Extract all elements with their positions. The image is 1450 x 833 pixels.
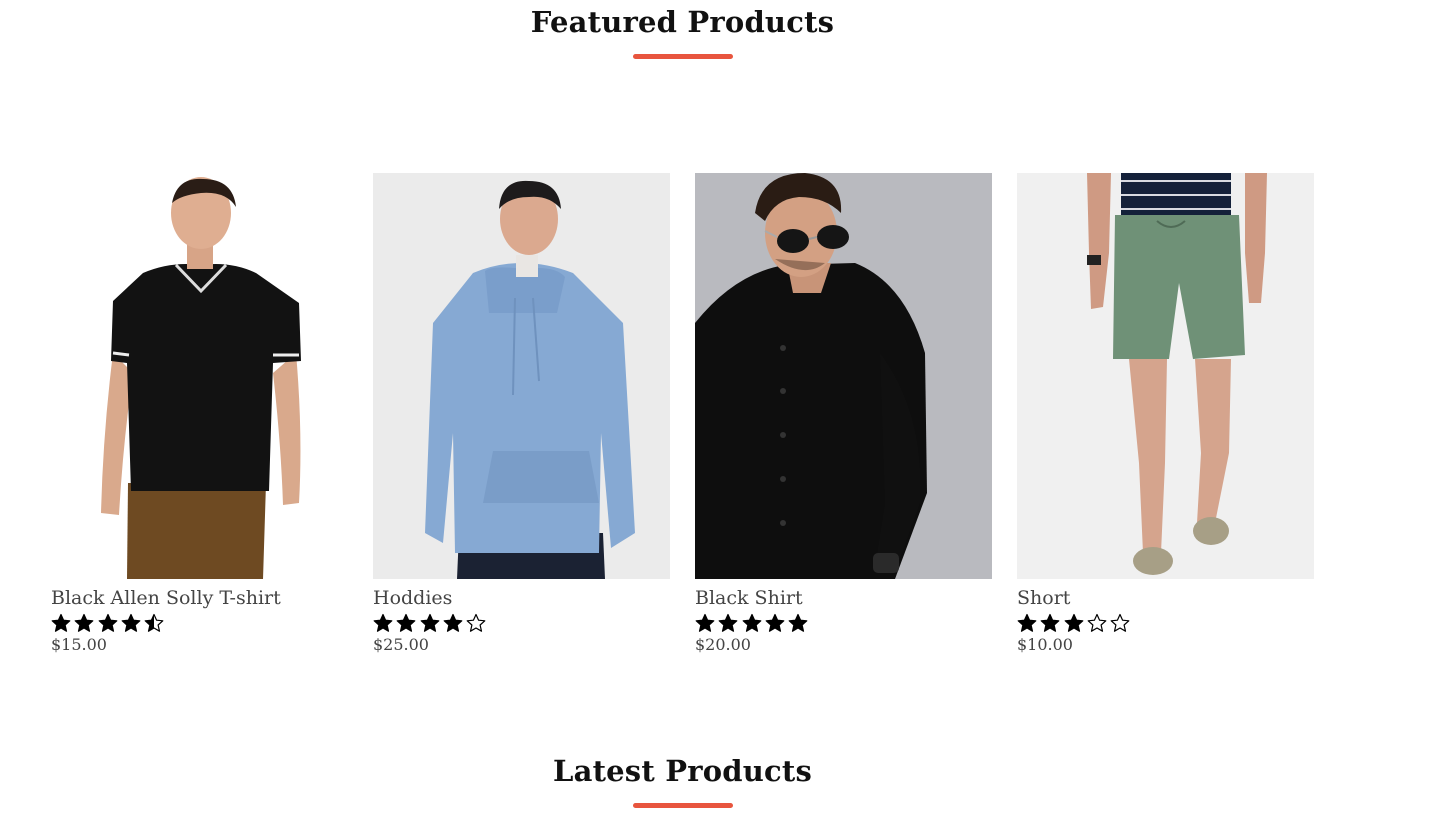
star-empty-icon [1110, 613, 1130, 632]
product-name[interactable]: Short [1017, 587, 1314, 609]
product-card[interactable]: Black Shirt $20.00 [695, 173, 992, 654]
star-full-icon [420, 613, 439, 632]
product-price: $15.00 [51, 635, 107, 654]
product-price: $20.00 [695, 635, 751, 654]
star-full-icon [74, 613, 94, 632]
featured-products-heading: Featured Products [530, 5, 835, 39]
product-image[interactable] [695, 173, 992, 579]
star-full-icon [765, 613, 785, 632]
star-rating [51, 611, 348, 635]
heading-underline [633, 54, 733, 59]
star-full-icon [1017, 613, 1037, 632]
star-full-icon [1040, 613, 1060, 632]
heading-underline [633, 803, 733, 808]
latest-products-heading: Latest Products [552, 754, 812, 788]
product-name[interactable]: Hoddies [373, 587, 670, 609]
product-name[interactable]: Black Shirt [695, 587, 992, 609]
product-card[interactable]: Black Allen Solly T-shirt $15.00 [51, 173, 348, 654]
star-rating [1017, 611, 1314, 635]
product-card[interactable]: Short $10.00 [1017, 173, 1314, 654]
star-full-icon [98, 613, 117, 632]
product-card[interactable]: Hoddies $25.00 [373, 173, 670, 654]
product-image[interactable] [373, 173, 670, 579]
star-empty-icon [1087, 613, 1107, 632]
star-full-icon [373, 613, 393, 632]
star-rating [373, 611, 670, 635]
star-full-icon [742, 613, 761, 632]
star-rating [695, 611, 992, 635]
star-full-icon [121, 613, 141, 632]
product-image[interactable] [1017, 173, 1314, 579]
star-full-icon [788, 613, 808, 632]
star-full-icon [695, 613, 715, 632]
product-name[interactable]: Black Allen Solly T-shirt [51, 587, 348, 609]
product-price: $25.00 [373, 635, 429, 654]
star-full-icon [718, 613, 738, 632]
product-image[interactable] [51, 173, 348, 579]
star-half-icon [144, 613, 164, 632]
star-empty-icon [466, 613, 486, 632]
star-full-icon [443, 613, 463, 632]
star-full-icon [1064, 613, 1083, 632]
star-full-icon [396, 613, 416, 632]
star-full-icon [51, 613, 71, 632]
product-price: $10.00 [1017, 635, 1073, 654]
